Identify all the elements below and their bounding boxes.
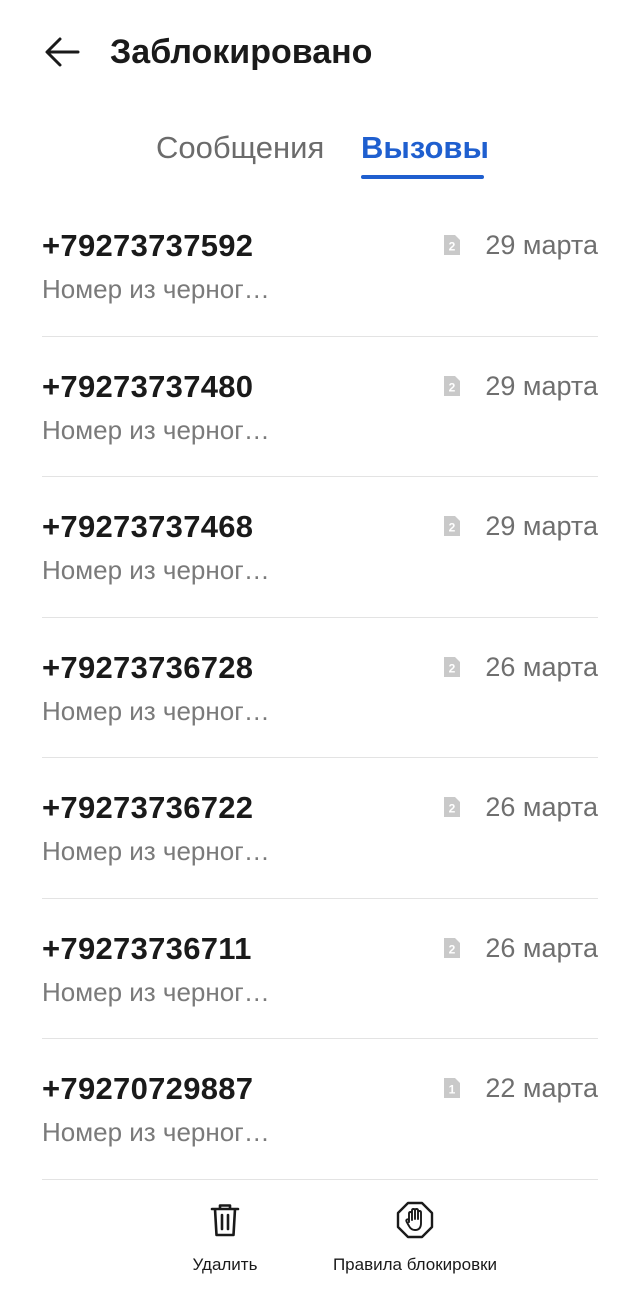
page-title: Заблокировано bbox=[110, 33, 373, 71]
tab-bar: Сообщения Вызовы bbox=[0, 118, 640, 182]
sim-card-icon: 2 bbox=[444, 797, 460, 817]
call-date: 22 марта bbox=[485, 1073, 598, 1103]
sim-number: 2 bbox=[449, 240, 456, 254]
phone-number: +79270729887 bbox=[42, 1071, 254, 1106]
call-row[interactable]: +79273736711 Номер из черног… 2 26 марта bbox=[0, 899, 640, 1039]
tab-calls[interactable]: Вызовы bbox=[361, 128, 489, 168]
call-row[interactable]: +79273737468 Номер из черног… 2 29 марта bbox=[0, 477, 640, 618]
block-rules-button[interactable]: Правила блокировки bbox=[322, 1200, 508, 1276]
sim-card-icon: 2 bbox=[444, 937, 460, 958]
phone-number: +79273736722 bbox=[42, 790, 254, 825]
call-date: 29 марта bbox=[485, 511, 598, 541]
block-reason: Номер из черног… bbox=[42, 695, 270, 726]
sim-number: 2 bbox=[449, 802, 456, 816]
block-reason: Номер из черног… bbox=[42, 836, 270, 866]
call-row[interactable]: +79270729887 Номер из черног… 1 22 марта bbox=[0, 1039, 640, 1180]
block-reason: Номер из черног… bbox=[42, 555, 270, 585]
back-button[interactable] bbox=[38, 28, 86, 76]
sim-card-icon: 2 bbox=[444, 235, 460, 255]
blocked-calls-list: +79273737592 Номер из черног… 2 29 марта +79… bbox=[0, 196, 640, 1180]
call-date: 26 марта bbox=[485, 792, 598, 822]
block-reason: Номер из черног… bbox=[42, 414, 270, 445]
block-reason: Номер из черног… bbox=[42, 976, 270, 1007]
sim-number: 2 bbox=[449, 661, 456, 675]
sim-number: 1 bbox=[449, 1083, 456, 1097]
call-row[interactable]: +79273737592 Номер из черног… 2 29 марта bbox=[0, 196, 640, 337]
phone-number: +79273737592 bbox=[42, 228, 254, 263]
call-date: 29 марта bbox=[485, 230, 598, 260]
tab-messages[interactable]: Сообщения bbox=[156, 128, 324, 168]
sim-number: 2 bbox=[449, 942, 456, 956]
sim-card-icon: 2 bbox=[444, 656, 460, 677]
sim-number: 2 bbox=[449, 380, 456, 394]
delete-label: Удалить bbox=[192, 1255, 258, 1274]
phone-number: +79273736711 bbox=[42, 930, 252, 966]
hand-stop-icon bbox=[396, 1201, 434, 1239]
bottom-action-bar: Удалить Правила блокировки bbox=[0, 1180, 640, 1298]
call-row[interactable]: +79273737480 Номер из черног… 2 29 марта bbox=[0, 337, 640, 477]
call-date: 29 марта bbox=[485, 370, 598, 401]
call-date: 26 марта bbox=[485, 932, 598, 963]
phone-number: +79273737480 bbox=[42, 368, 254, 404]
call-row[interactable]: +79273736722 Номер из черног… 2 26 марта bbox=[0, 758, 640, 899]
sim-card-icon: 2 bbox=[444, 375, 460, 396]
sim-number: 2 bbox=[449, 521, 456, 535]
trash-icon bbox=[210, 1204, 240, 1237]
phone-number: +79273736728 bbox=[42, 649, 254, 685]
call-date: 26 марта bbox=[485, 651, 598, 682]
app-header: Заблокировано bbox=[0, 0, 640, 104]
phone-number: +79273737468 bbox=[42, 509, 254, 544]
arrow-left-icon bbox=[45, 37, 80, 67]
delete-button[interactable]: Удалить bbox=[178, 1200, 272, 1276]
sim-card-icon: 1 bbox=[444, 1078, 460, 1098]
block-reason: Номер из черног… bbox=[42, 1117, 270, 1147]
block-reason: Номер из черног… bbox=[42, 274, 270, 304]
sim-card-icon: 2 bbox=[444, 516, 460, 536]
call-row[interactable]: +79273736728 Номер из черног… 2 26 марта bbox=[0, 618, 640, 758]
active-tab-indicator bbox=[361, 175, 484, 179]
block-rules-label: Правила блокировки bbox=[332, 1255, 498, 1274]
